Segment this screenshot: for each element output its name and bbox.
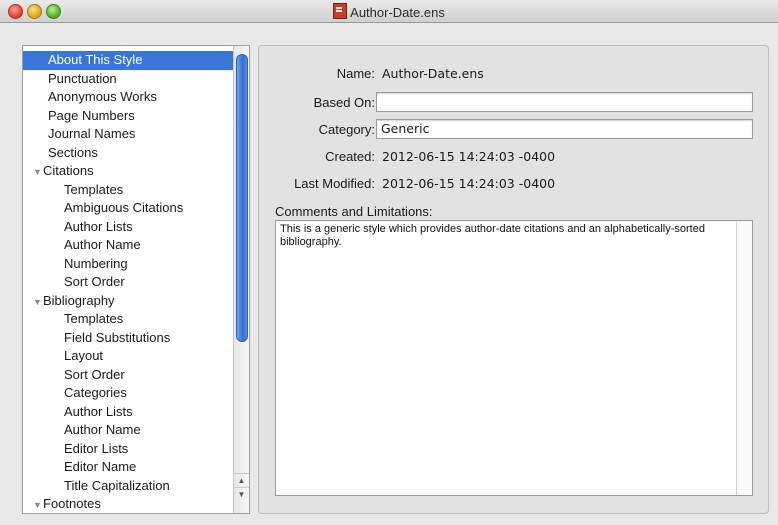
scroll-down-arrow-icon[interactable]: ▼ [234, 487, 249, 501]
sidebar-item-label: Sections [48, 144, 98, 160]
sidebar-item-label: Journal Names [48, 126, 136, 141]
sidebar-item[interactable]: Layout [23, 347, 233, 366]
comments-scrollbar[interactable] [736, 221, 752, 495]
style-sections-list: About This Style Punctuation Anonymous Wor… [22, 45, 250, 514]
sidebar-item[interactable]: Field Substitutions [23, 329, 233, 348]
window-title: Author-Date.ens [350, 5, 445, 20]
sidebar-item[interactable]: Anonymous Works [23, 88, 233, 107]
sidebar-item-label: Citations [43, 163, 94, 178]
sidebar-item-label: Author Name [64, 422, 141, 437]
sidebar-item[interactable]: Editor Lists [23, 440, 233, 459]
style-details-panel: Name: Author-Date.ens Based On: Category… [258, 45, 769, 514]
sidebar-item[interactable]: About This Style [23, 51, 233, 70]
sidebar-item-label: Title Capitalization [64, 477, 170, 493]
sidebar-item-label: Field Substitutions [64, 329, 171, 345]
sidebar-item-label: Bibliography [43, 292, 115, 308]
sidebar-item-label: Numbering [64, 255, 128, 271]
sidebar-item[interactable]: Categories [23, 384, 233, 403]
name-label: Name: [336, 66, 375, 81]
comments-label: Comments and Limitations: [275, 204, 433, 219]
disclosure-triangle-icon[interactable]: ▼ [33, 163, 43, 182]
sidebar-item-label: Layout [64, 348, 104, 363]
sidebar-item[interactable]: Author Name [23, 236, 233, 255]
sidebar-item-label: Ambiguous Citations [64, 200, 184, 215]
created-label: Created: [325, 149, 375, 164]
comments-text-area[interactable]: This is a generic style which provides a… [275, 220, 753, 496]
category-label: Category: [318, 122, 375, 137]
sidebar-item-label: Templates [64, 311, 124, 326]
category-field[interactable]: Generic [376, 119, 753, 139]
based-on-field[interactable] [376, 92, 753, 112]
sidebar-item[interactable]: Templates [23, 181, 233, 200]
sidebar-scrollbar[interactable]: ▲ ▼ [233, 46, 249, 513]
sidebar-item[interactable]: Numbering [23, 255, 233, 274]
sidebar-item-label: Sort Order [64, 366, 125, 382]
last-modified-label: Last Modified: [294, 176, 375, 191]
sidebar-items: About This Style Punctuation Anonymous Wor… [23, 51, 233, 514]
sidebar-item-label: Categories [64, 385, 127, 400]
sidebar-item-label: Punctuation [48, 70, 117, 86]
sidebar-item-label: Author Lists [64, 218, 133, 234]
name-value: Author-Date.ens [382, 66, 484, 81]
sidebar-item[interactable]: Author Name [23, 421, 233, 440]
sidebar-item-label: Sort Order [64, 274, 125, 289]
disclosure-triangle-icon[interactable]: ▼ [33, 293, 43, 312]
sidebar-item-label: Templates [64, 181, 124, 197]
sidebar-item[interactable]: Templates [23, 310, 233, 329]
comments-text: This is a generic style which provides a… [280, 223, 705, 248]
window-title-area: Author-Date.ens [0, 3, 778, 20]
sidebar-item-label: Anonymous Works [48, 89, 157, 104]
sidebar-group[interactable]: ▼Footnotes [23, 495, 233, 514]
sidebar-item-label: Editor Lists [64, 440, 129, 456]
sidebar-item[interactable]: Sections [23, 144, 233, 163]
sidebar-item[interactable]: Sort Order [23, 273, 233, 292]
document-icon [333, 3, 348, 19]
sidebar-group[interactable]: ▼Bibliography [23, 292, 233, 311]
sidebar-item[interactable]: Ambiguous Citations [23, 199, 233, 218]
sidebar-item[interactable]: Journal Names [23, 125, 233, 144]
sidebar-item-label: Author Name [64, 237, 141, 252]
sidebar-item[interactable]: Title Capitalization [23, 477, 233, 496]
created-value: 2012-06-15 14:24:03 -0400 [382, 149, 556, 164]
sidebar-group[interactable]: ▼Citations [23, 162, 233, 181]
sidebar-item-label: About This Style [48, 52, 143, 67]
based-on-label: Based On: [313, 95, 375, 110]
sidebar-item-label: Editor Name [64, 459, 137, 474]
sidebar-item[interactable]: Author Lists [23, 218, 233, 237]
sidebar-item[interactable]: Editor Name [23, 458, 233, 477]
style-editor-window: Author-Date.ens About This Style Punctuat… [0, 0, 778, 525]
sidebar-item[interactable]: Punctuation [23, 70, 233, 89]
sidebar-item[interactable]: Page Numbers [23, 107, 233, 126]
last-modified-value: 2012-06-15 14:24:03 -0400 [382, 176, 556, 191]
sidebar-item[interactable]: Author Lists [23, 403, 233, 422]
disclosure-triangle-icon[interactable]: ▼ [33, 496, 43, 515]
sidebar-item-label: Author Lists [64, 403, 133, 419]
sidebar-item-label: Page Numbers [48, 107, 135, 123]
scroll-up-arrow-icon[interactable]: ▲ [234, 473, 249, 487]
sidebar-item[interactable]: Sort Order [23, 366, 233, 385]
title-bar: Author-Date.ens [0, 0, 778, 23]
sidebar-item-label: Footnotes [43, 496, 101, 511]
sidebar-scroll-thumb[interactable] [236, 54, 248, 342]
